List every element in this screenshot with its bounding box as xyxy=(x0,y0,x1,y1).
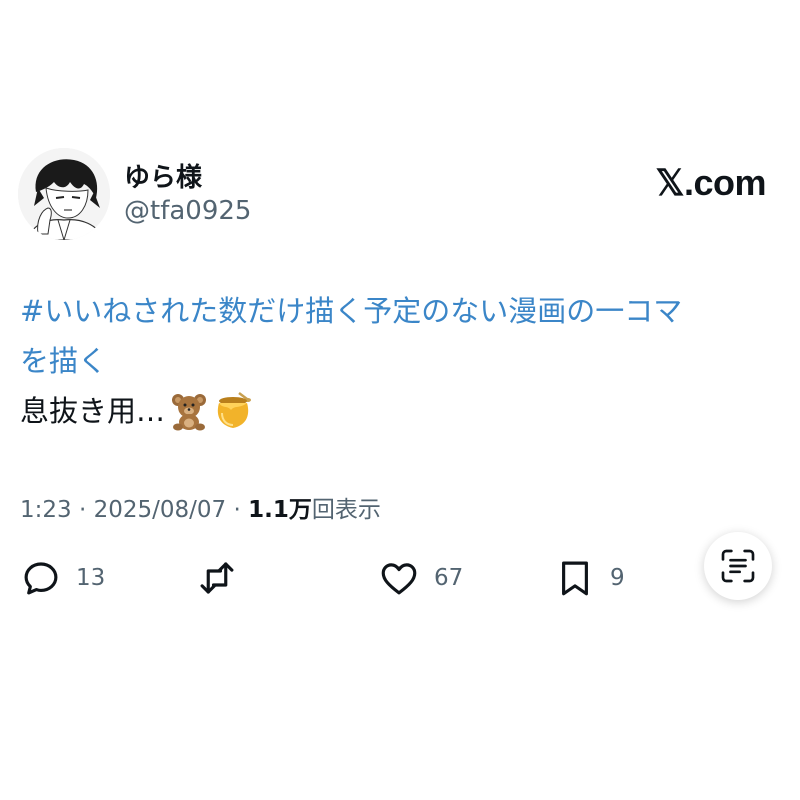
teddy-bear-icon xyxy=(169,391,209,431)
hashtag-link[interactable]: #いいねされた数だけ描く予定のない漫画の一コマ を描く xyxy=(20,286,780,386)
bookmark-button[interactable]: 9 xyxy=(554,550,625,606)
views-count: 1.1万 xyxy=(248,497,312,523)
views-label: 回表示 xyxy=(311,497,381,523)
text-scan-button[interactable] xyxy=(704,532,772,600)
avatar-illustration-icon xyxy=(18,148,110,240)
tweet-date[interactable]: 2025/08/07 xyxy=(94,497,227,523)
repost-button[interactable] xyxy=(196,550,252,606)
like-button[interactable]: 67 xyxy=(378,550,463,606)
heart-icon xyxy=(381,563,417,595)
user-handle[interactable]: @tfa0925 xyxy=(124,196,251,226)
display-name[interactable]: ゆら様 xyxy=(124,157,202,194)
repost-icon xyxy=(200,562,234,594)
avatar[interactable] xyxy=(18,148,110,240)
meta-separator: · xyxy=(226,497,249,523)
action-bar: 13 67 9 xyxy=(0,550,800,610)
honey-pot-icon xyxy=(213,391,253,431)
tweet-body-line: 息抜き用… xyxy=(20,386,780,436)
tweet-body-text: 息抜き用… xyxy=(20,394,166,428)
hashtag-line-1[interactable]: #いいねされた数だけ描く予定のない漫画の一コマ xyxy=(20,286,780,336)
tweet-time[interactable]: 1:23 xyxy=(20,497,72,523)
bookmark-icon xyxy=(562,561,588,596)
text-scan-icon xyxy=(721,549,755,583)
bookmark-count: 9 xyxy=(610,565,625,591)
reply-button[interactable]: 13 xyxy=(20,550,105,606)
reply-icon xyxy=(24,562,58,595)
tweet-card: ゆら様 @tfa0925 𝕏.com #いいねされた数だけ描く予定のない漫画の一… xyxy=(0,0,800,800)
meta-separator: · xyxy=(71,497,94,523)
reply-count: 13 xyxy=(76,565,106,591)
tweet-text: #いいねされた数だけ描く予定のない漫画の一コマ を描く 息抜き用… xyxy=(20,286,780,436)
hashtag-line-2[interactable]: を描く xyxy=(20,336,780,386)
like-count: 67 xyxy=(434,565,464,591)
tweet-meta: 1:23 · 2025/08/07 · 1.1万回表示 xyxy=(20,490,381,524)
site-badge: 𝕏.com xyxy=(655,162,766,203)
